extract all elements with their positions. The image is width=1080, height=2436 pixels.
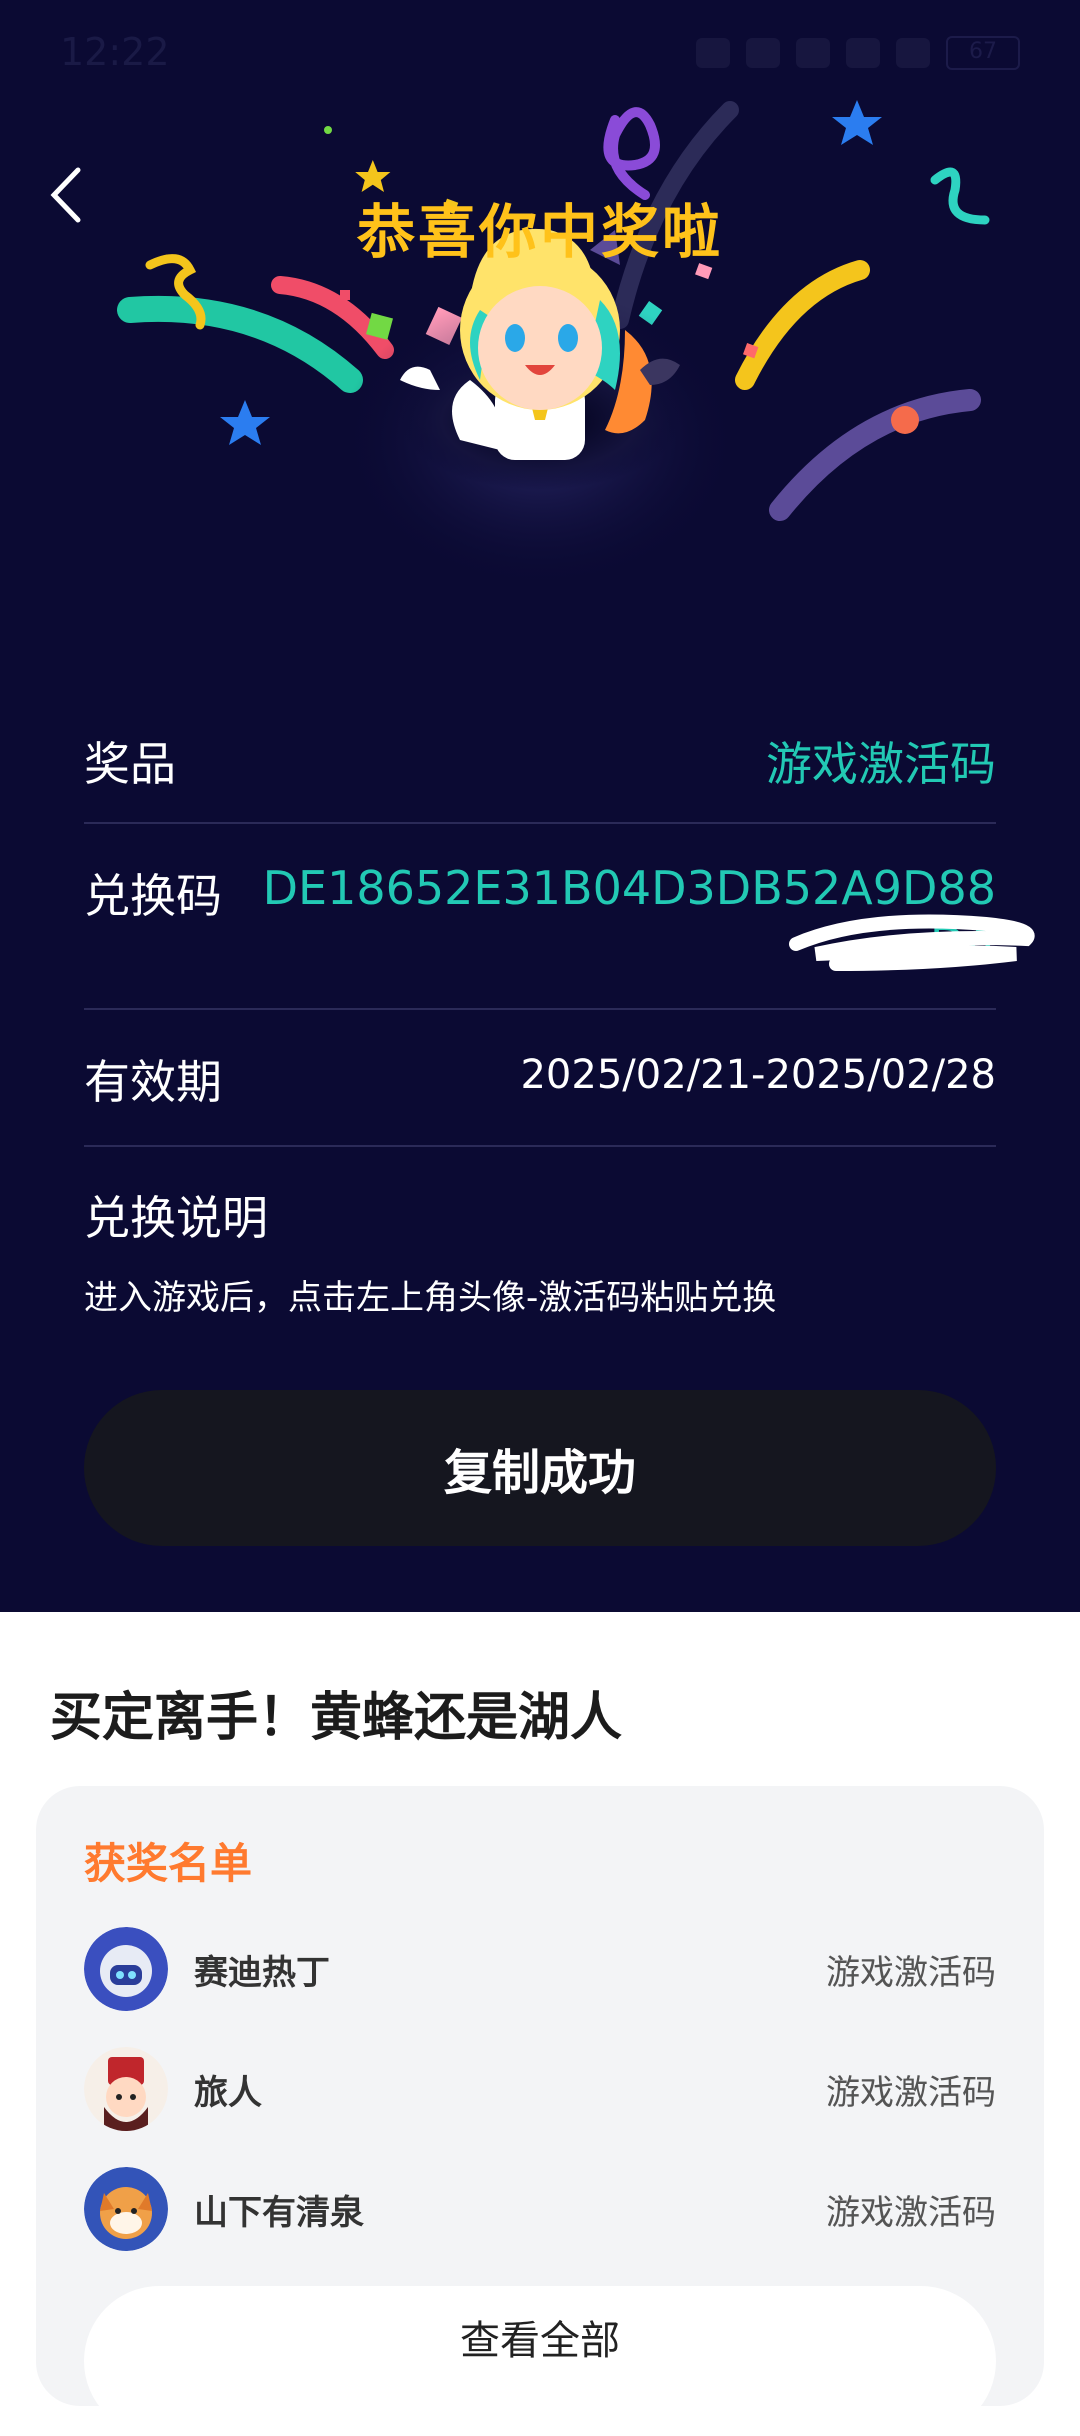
winners-title: 获奖名单 [84, 1839, 253, 1888]
avatar [84, 2167, 168, 2251]
winner-name: 山下有清泉 [194, 2192, 364, 2233]
code-value[interactable]: DE18652E31B04D3DB52A9D88 DA [263, 860, 1035, 972]
prize-result-panel: 12:22 67 恭喜你中奖啦 奖品 游戏激活码 兑换码 DE18652E31B… [0, 0, 1080, 1612]
nfc-icon [746, 38, 780, 68]
status-bar: 12:22 67 [60, 30, 1020, 80]
prize-row: 奖品 游戏激活码 [84, 728, 996, 794]
dnd-icon [796, 38, 830, 68]
eye-icon [696, 38, 730, 68]
divider [84, 1008, 996, 1010]
event-title: 买定离手！黄蜂还是湖人 [50, 1688, 623, 1748]
instructions-block: 兑换说明 进入游戏后，点击左上角头像-激活码粘贴兑换 [84, 1182, 996, 1319]
avatar [84, 1927, 168, 2011]
signal-icon [896, 38, 930, 68]
list-item[interactable]: 旅人 游戏激活码 [84, 2044, 996, 2134]
validity-value: 2025/02/21-2025/02/28 [520, 1052, 996, 1098]
divider [84, 822, 996, 824]
divider [84, 1145, 996, 1147]
celebration-illustration [117, 100, 990, 590]
code-row: 兑换码 DE18652E31B04D3DB52A9D88 DA [84, 860, 1035, 971]
status-time: 12:22 [60, 30, 170, 74]
page-title: 恭喜你中奖啦 [356, 198, 723, 266]
instructions-text: 进入游戏后，点击左上角头像-激活码粘贴兑换 [84, 1278, 777, 1318]
prize-value: 游戏激活码 [766, 737, 996, 791]
avatar [84, 2047, 168, 2131]
instructions-label: 兑换说明 [84, 1191, 268, 1245]
validity-row: 有效期 2025/02/21-2025/02/28 [84, 1046, 996, 1112]
winners-card: 获奖名单 赛迪热丁 游戏激活码 旅人 游戏激活码 山下有清泉 游戏激活码 查看全… [36, 1786, 1044, 2436]
list-item[interactable]: 山下有清泉 游戏激活码 [84, 2164, 996, 2254]
winner-name: 赛迪热丁 [194, 1952, 330, 1993]
battery-icon: 67 [946, 36, 1020, 70]
view-all-button[interactable]: 查看全部 [84, 2286, 996, 2436]
winner-name: 旅人 [194, 2072, 262, 2113]
scribble-redaction [789, 914, 1035, 971]
winner-prize: 游戏激活码 [826, 1952, 996, 1993]
copy-button[interactable]: 复制成功 [84, 1390, 996, 1546]
bluetooth-icon [846, 38, 880, 68]
winner-prize: 游戏激活码 [826, 2192, 996, 2233]
winner-prize: 游戏激活码 [826, 2072, 996, 2113]
list-item[interactable]: 赛迪热丁 游戏激活码 [84, 1924, 996, 2014]
